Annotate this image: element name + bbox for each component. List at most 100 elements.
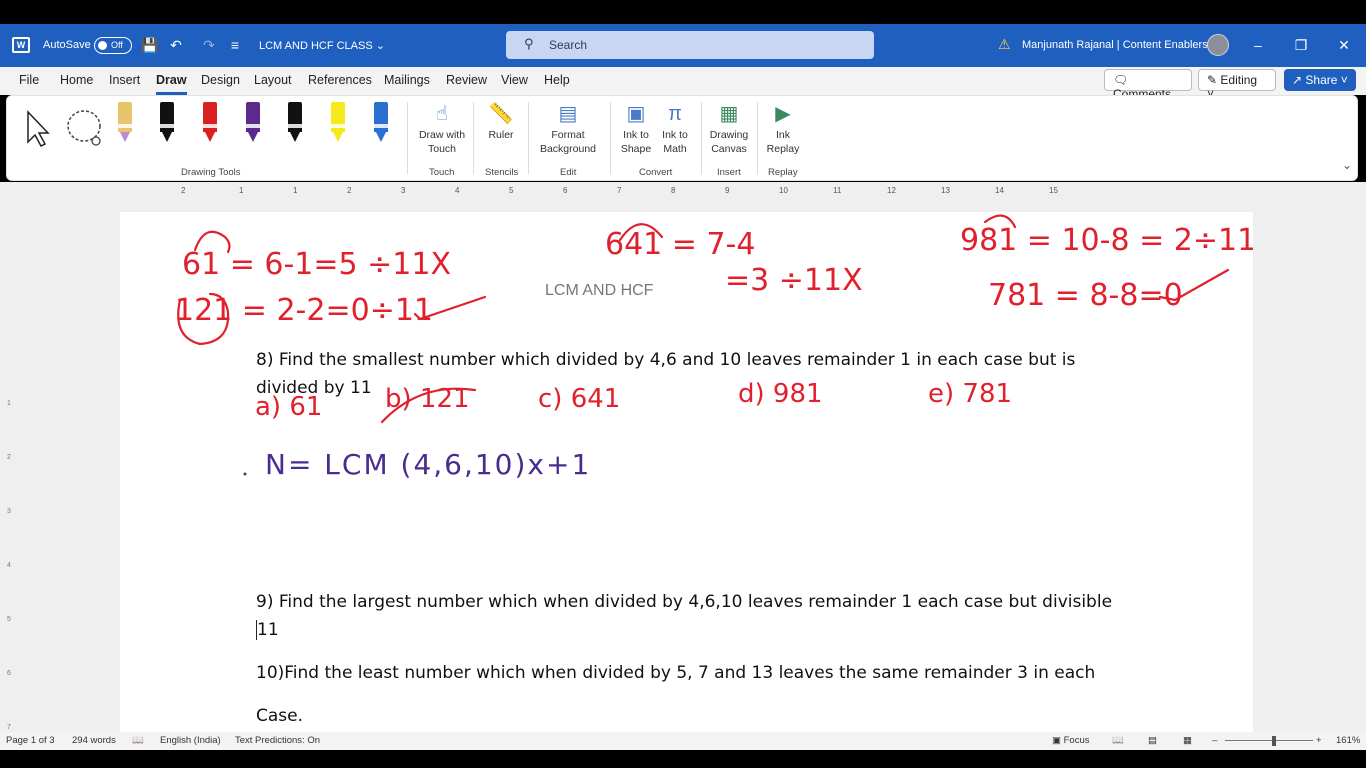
pen-tip	[248, 132, 258, 142]
ruler-icon: 📏	[488, 103, 514, 125]
pen-3[interactable]	[203, 96, 217, 152]
tab-home[interactable]: Home	[60, 73, 93, 87]
tab-layout[interactable]: Layout	[254, 73, 292, 87]
read-mode-icon[interactable]: 📖	[1112, 735, 1124, 746]
replay-icon: ▶	[775, 103, 791, 125]
ink-to-math-button[interactable]: π Ink to Math	[657, 100, 693, 156]
zoom-slider[interactable]	[1225, 740, 1313, 741]
pen-band	[331, 124, 345, 128]
zoom-slider-thumb[interactable]	[1272, 736, 1276, 746]
menu-bar: File Home Insert Draw Design Layout Refe…	[0, 67, 1366, 101]
drawing-canvas-button[interactable]: ▦ Drawing Canvas	[705, 100, 753, 156]
tab-draw[interactable]: Draw	[156, 73, 187, 95]
ruler-number: 2	[7, 454, 11, 461]
ruler-number: 1	[7, 400, 11, 407]
document-title[interactable]: LCM AND HCF CLASS ⌄	[259, 39, 385, 52]
document-page[interactable]: LCM AND HCF 8) Find the smallest number …	[120, 212, 1253, 732]
ruler-number: 2	[347, 186, 352, 195]
text-predictions-status[interactable]: Text Predictions: On	[235, 735, 320, 746]
save-icon[interactable]: 💾	[141, 36, 159, 54]
drawing-canvas-label: Drawing Canvas	[709, 129, 749, 155]
pen-body	[203, 102, 217, 132]
select-arrow-icon[interactable]	[24, 108, 54, 148]
ruler-number: 14	[995, 186, 1004, 195]
search-box[interactable]: ⚲ Search	[506, 31, 874, 59]
share-button[interactable]: ↗ Share ˅	[1284, 69, 1356, 91]
ruler-number: 2	[181, 186, 186, 195]
pen-band	[246, 124, 260, 128]
pen-4[interactable]	[246, 96, 260, 152]
horizontal-ruler[interactable]: 2 1 1 2 3 4 5 6 7 8 9 10 11 12 13 14 15	[120, 186, 1252, 199]
pen-6[interactable]	[331, 96, 345, 152]
restore-icon[interactable]: ❐	[1290, 34, 1312, 56]
warning-icon[interactable]: ⚠	[998, 36, 1011, 53]
word-window: W AutoSave Off 💾 ↶ ↷ ≡ LCM AND HCF CLASS…	[0, 0, 1366, 768]
customize-qat-icon[interactable]: ≡	[226, 36, 244, 54]
group-separator	[528, 102, 529, 174]
tab-design[interactable]: Design	[201, 73, 240, 87]
ink-to-math-icon: π	[668, 103, 682, 125]
ink-text-781: 781 = 8-8=0	[988, 278, 1183, 313]
zoom-out-button[interactable]: –	[1212, 735, 1217, 746]
ink-replay-button[interactable]: ▶ Ink Replay	[763, 100, 803, 156]
zoom-level[interactable]: 161%	[1336, 735, 1360, 746]
group-separator	[757, 102, 758, 174]
title-bar: W AutoSave Off 💾 ↶ ↷ ≡ LCM AND HCF CLASS…	[0, 24, 1366, 67]
tab-insert[interactable]: Insert	[109, 73, 140, 87]
tab-view[interactable]: View	[501, 73, 528, 87]
close-icon[interactable]: ✕	[1333, 34, 1355, 56]
zoom-in-button[interactable]: +	[1316, 735, 1322, 746]
language-indicator[interactable]: English (India)	[160, 735, 221, 746]
ruler-number: 7	[7, 724, 11, 731]
collapse-ribbon-icon[interactable]: ⌄	[1342, 158, 1352, 172]
tab-file[interactable]: File	[19, 73, 39, 87]
autosave-toggle[interactable]: Off	[94, 37, 132, 54]
ink-layer: 61 = 6-1=5 ÷11X 121 = 2-2=0÷11 641 = 7-4…	[175, 214, 1253, 481]
status-bar: Page 1 of 3 294 words 📖 English (India) …	[0, 732, 1366, 750]
pen-2[interactable]	[160, 96, 174, 152]
pen-tip	[333, 132, 343, 142]
web-layout-icon[interactable]: ▦	[1183, 735, 1192, 746]
group-label-touch: Touch	[429, 167, 455, 178]
editing-button[interactable]: ✎ Editing ˅	[1198, 69, 1276, 101]
minimize-icon[interactable]: –	[1247, 34, 1269, 56]
ruler-number: 9	[725, 186, 730, 195]
pen-5[interactable]	[288, 96, 302, 152]
format-background-button[interactable]: ▤ Format Background	[533, 100, 603, 156]
ruler-number: 5	[7, 616, 11, 623]
pen-1[interactable]	[118, 96, 132, 152]
tab-help[interactable]: Help	[544, 73, 570, 87]
print-layout-icon[interactable]: ▤	[1148, 735, 1157, 746]
ruler-number: 3	[401, 186, 406, 195]
word-count[interactable]: 294 words	[72, 735, 116, 746]
undo-icon[interactable]: ↶	[167, 36, 185, 54]
search-icon: ⚲	[524, 36, 534, 51]
redo-icon[interactable]: ↷	[200, 36, 218, 54]
ruler-number: 4	[7, 562, 11, 569]
ruler-button[interactable]: 📏 Ruler	[481, 100, 521, 142]
pencil-icon: ✎	[1207, 73, 1218, 87]
pen-tip	[205, 132, 215, 142]
ink-option-d: d) 981	[738, 379, 823, 409]
pen-tip	[290, 132, 300, 142]
user-name[interactable]: Manjunath Rajanal | Content Enablers	[1022, 39, 1208, 51]
draw-with-touch-label: Draw with Touch	[418, 129, 466, 155]
tab-references[interactable]: References	[308, 73, 372, 87]
ink-to-shape-button[interactable]: ▣ Ink to Shape	[617, 100, 655, 156]
focus-button[interactable]: ▣ Focus	[1052, 735, 1090, 746]
proofing-icon[interactable]: 📖	[132, 735, 144, 746]
ruler-number: 4	[455, 186, 460, 195]
page-indicator[interactable]: Page 1 of 3	[6, 735, 55, 746]
ink-text-61: 61 = 6-1=5 ÷11X	[182, 247, 451, 282]
tab-mailings[interactable]: Mailings	[384, 73, 430, 87]
pen-tip	[120, 132, 130, 142]
vertical-ruler[interactable]: 1 2 3 4 5 6 7	[4, 212, 16, 732]
tab-review[interactable]: Review	[446, 73, 487, 87]
ruler-number: 15	[1049, 186, 1058, 195]
ink-option-b: b) 121	[385, 384, 470, 414]
avatar[interactable]	[1207, 34, 1229, 56]
lasso-select-icon[interactable]	[64, 108, 108, 148]
draw-with-touch-button[interactable]: ☝ Draw with Touch	[416, 100, 468, 156]
comments-button[interactable]: 🗨 Comments	[1104, 69, 1192, 101]
pen-7[interactable]	[374, 96, 388, 152]
